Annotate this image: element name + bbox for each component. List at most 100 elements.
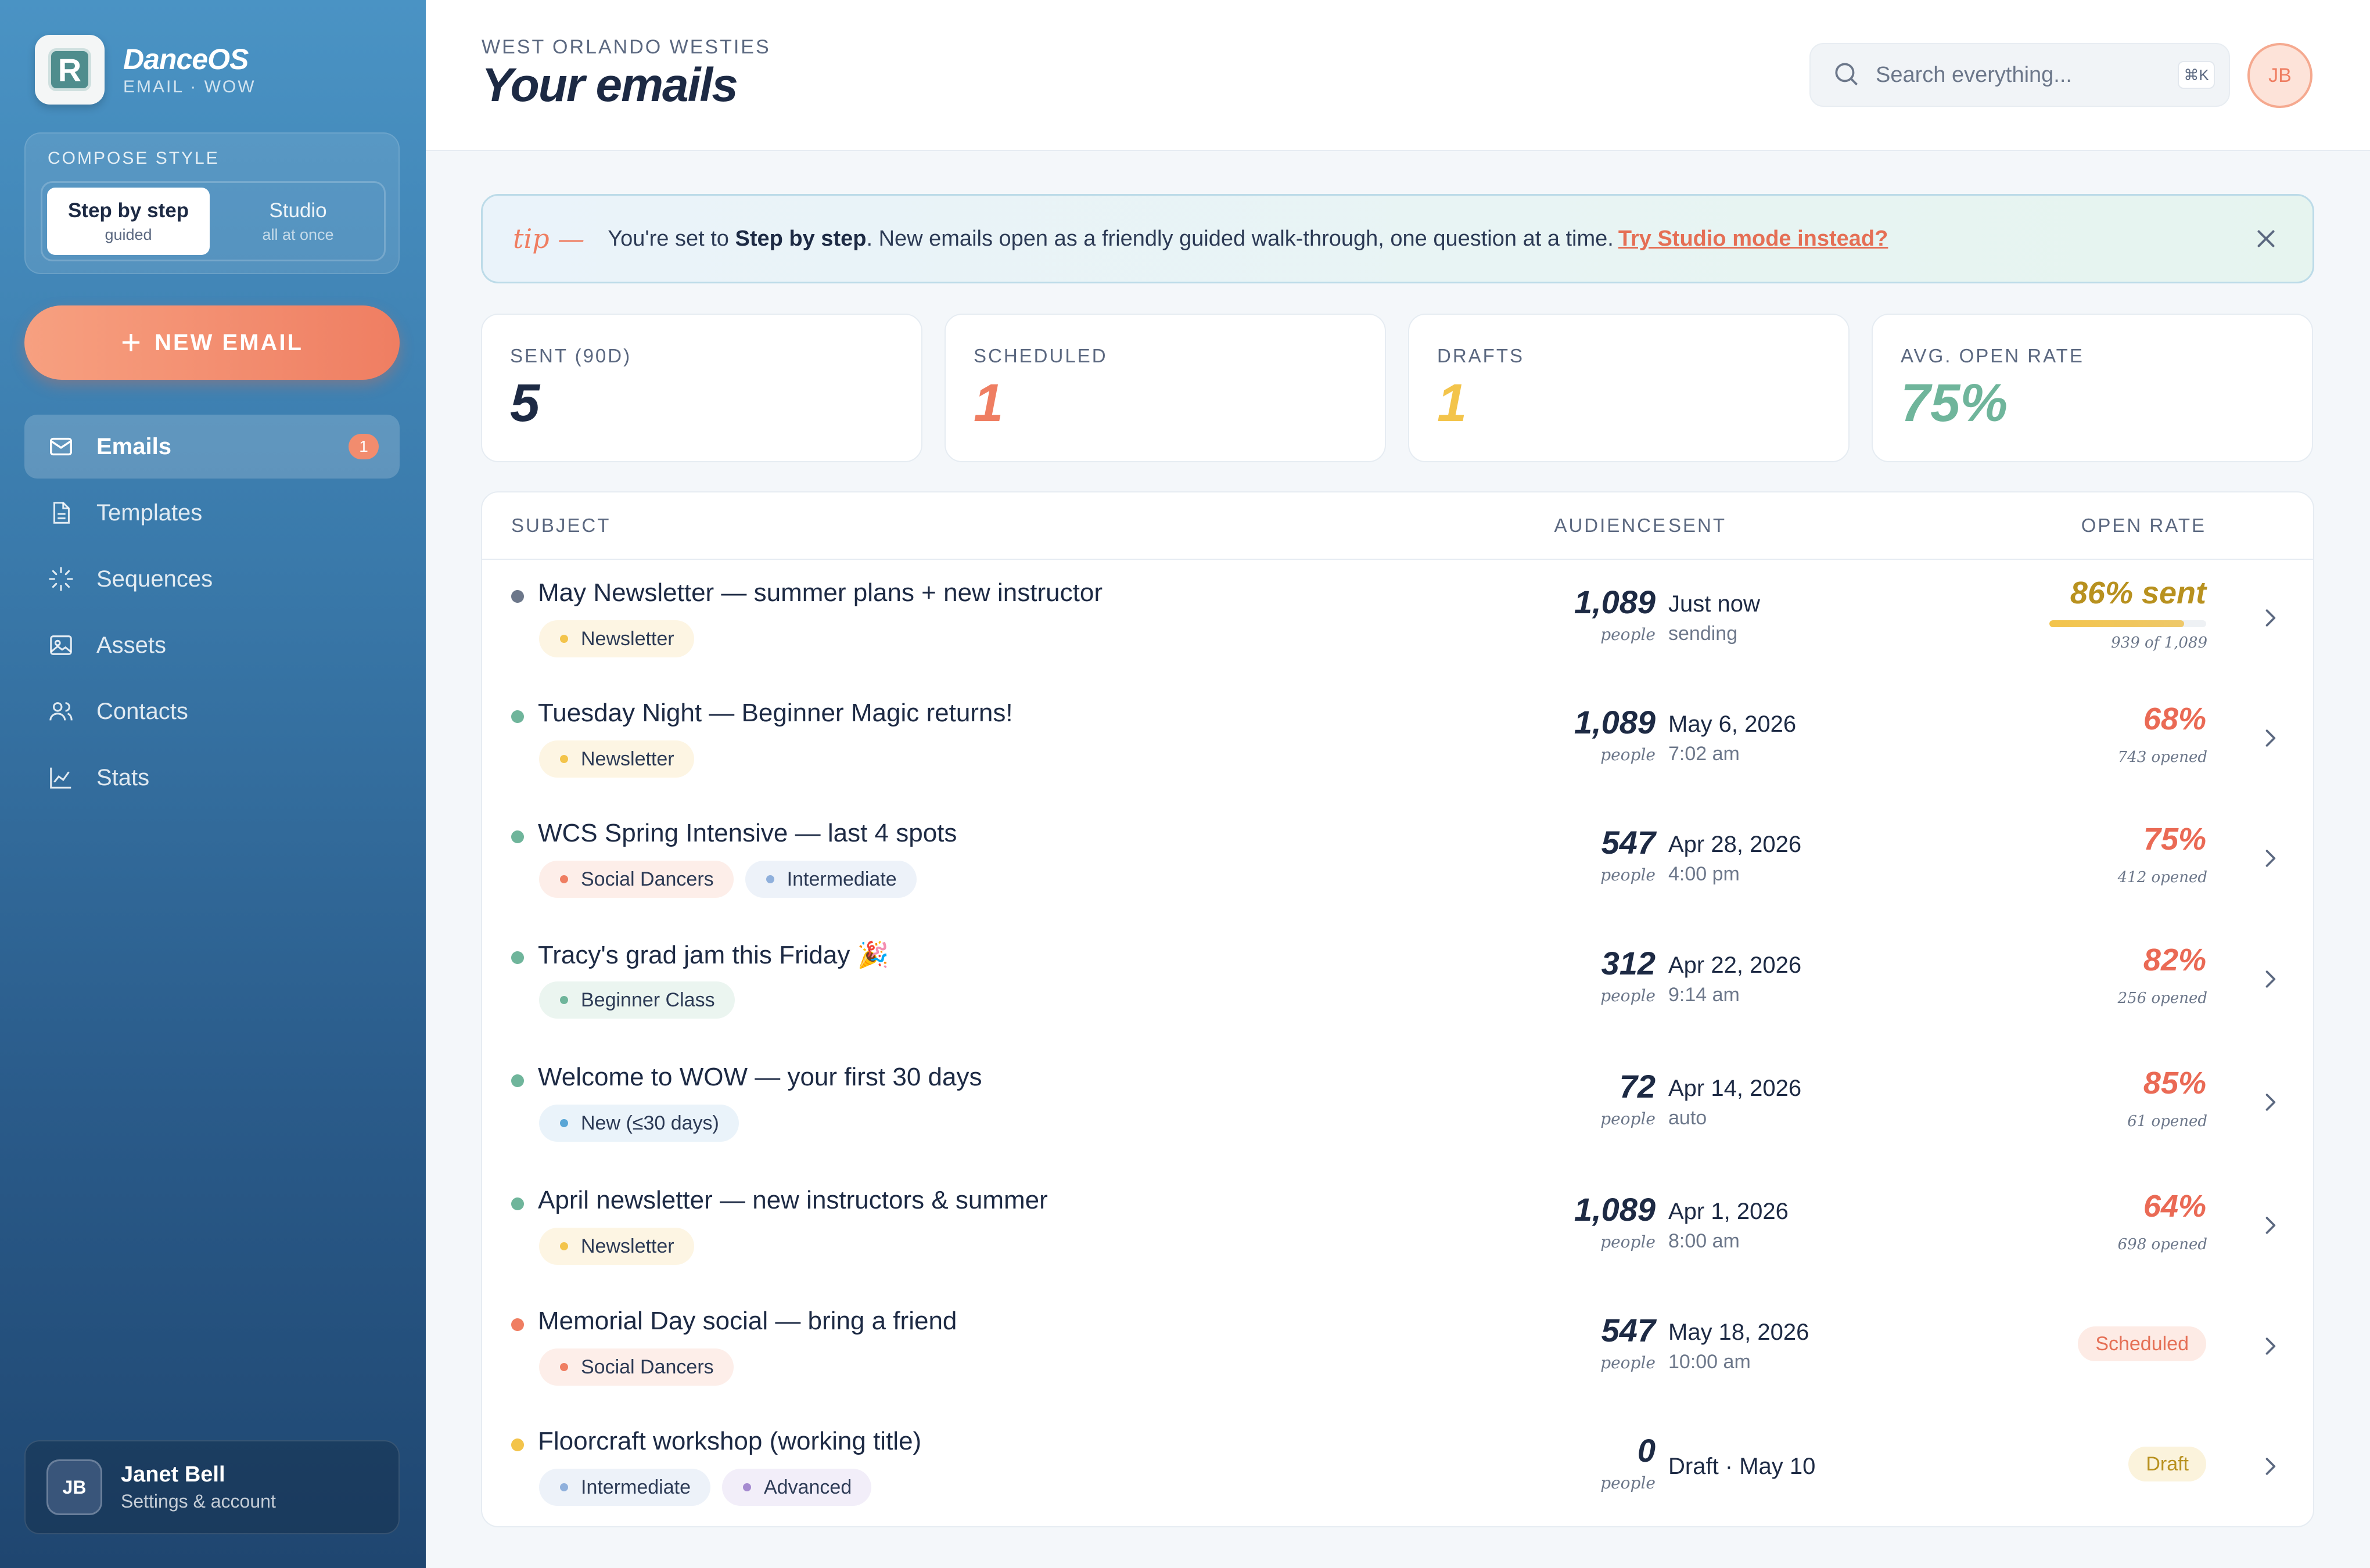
image-icon (46, 631, 76, 660)
audience-count: 1,089 (1574, 704, 1656, 740)
chevron-right-icon[interactable] (2257, 966, 2283, 992)
audience-tag[interactable]: Social Dancers (539, 1348, 734, 1386)
audience-count: 0 (1637, 1432, 1656, 1469)
email-subject[interactable]: April newsletter — new instructors & sum… (538, 1186, 1048, 1215)
chevron-right-icon[interactable] (2257, 1454, 2283, 1479)
chevron-right-icon[interactable] (2257, 725, 2283, 751)
email-subject[interactable]: Tracy's grad jam this Friday 🎉 (538, 940, 889, 970)
sidebar-item-templates[interactable]: Templates (24, 481, 400, 545)
stat-value: 5 (510, 373, 540, 433)
chart-line-icon (46, 763, 76, 792)
audience-tag[interactable]: Social Dancers (539, 861, 734, 898)
table-row[interactable]: May Newsletter — summer plans + new inst… (482, 560, 2313, 681)
mail-icon (46, 432, 76, 461)
tag-label: Social Dancers (581, 868, 714, 890)
audience-count: 72 (1619, 1068, 1656, 1105)
close-icon[interactable] (2249, 221, 2283, 256)
audience-tags: Newsletter (539, 620, 706, 657)
table-row[interactable]: Tuesday Night — Beginner Magic returns! N… (482, 680, 2313, 801)
audience-unit: people (1600, 1232, 1656, 1251)
audience-tag[interactable]: Beginner Class (539, 981, 735, 1019)
chevron-right-icon[interactable] (2257, 1213, 2283, 1238)
sidebar-item-stats[interactable]: Stats (24, 746, 400, 810)
sidebar-item-sequences[interactable]: Sequences (24, 547, 400, 611)
audience-unit: people (1600, 1109, 1656, 1128)
stat-label: SENT (90D) (510, 345, 632, 366)
sidebar: R DanceOS EMAIL · WOW COMPOSE STYLE Step… (0, 0, 426, 1568)
sidebar-item-contacts[interactable]: Contacts (24, 679, 400, 743)
sidebar-item-label: Stats (96, 764, 150, 790)
sidebar-item-assets[interactable]: Assets (24, 613, 400, 677)
audience-count: 1,089 (1574, 584, 1656, 620)
audience-tag[interactable]: Newsletter (539, 620, 694, 657)
email-subject[interactable]: Floorcraft workshop (working title) (538, 1427, 921, 1456)
audience-tags: Intermediate Advanced (539, 1469, 883, 1506)
table-row[interactable]: Memorial Day social — bring a friend Soci… (482, 1288, 2313, 1409)
table-row[interactable]: April newsletter — new instructors & sum… (482, 1167, 2313, 1288)
email-subject[interactable]: WCS Spring Intensive — last 4 spots (538, 819, 957, 848)
open-rate-value: 86% sent (2070, 576, 2206, 610)
tag-dot (560, 1242, 568, 1250)
audience-unit: people (1600, 1473, 1656, 1493)
compose-style-panel: COMPOSE STYLE Step by step guided Studio… (24, 132, 400, 274)
tag-label: Beginner Class (581, 988, 715, 1011)
column-header-audience[interactable]: AUDIENCE (1528, 515, 1667, 537)
compose-option-studio[interactable]: Studio all at once (217, 188, 379, 255)
tag-label: Social Dancers (581, 1355, 714, 1378)
audience-tag[interactable]: Intermediate (539, 1469, 710, 1506)
sent-date: Apr 22, 2026 (1668, 952, 1802, 978)
sent-date: Draft · May 10 (1668, 1454, 1816, 1479)
tag-dot (766, 875, 774, 883)
account-button[interactable]: JB Janet Bell Settings & account (24, 1440, 400, 1534)
sent-time: 7:02 am (1668, 743, 1740, 765)
open-rate-detail: 61 opened (2127, 1113, 2207, 1130)
sidebar-item-emails[interactable]: Emails 1 (24, 415, 400, 479)
compose-option-step-by-step[interactable]: Step by step guided (47, 188, 210, 255)
compose-style-title: COMPOSE STYLE (48, 149, 220, 168)
sidebar-item-label: Contacts (96, 698, 188, 724)
tag-dot (560, 1363, 568, 1371)
chevron-right-icon[interactable] (2257, 1333, 2283, 1359)
table-row[interactable]: WCS Spring Intensive — last 4 spots Socia… (482, 800, 2313, 921)
tag-label: Newsletter (581, 627, 674, 650)
column-header-sent[interactable]: SENT (1668, 515, 1726, 537)
status-dot (511, 1318, 524, 1331)
email-subject[interactable]: Memorial Day social — bring a friend (538, 1307, 957, 1336)
audience-tag[interactable]: Newsletter (539, 1228, 694, 1265)
open-rate-value: 64% (2143, 1189, 2206, 1224)
table-row[interactable]: Tracy's grad jam this Friday 🎉 Beginner C… (482, 921, 2313, 1042)
open-rate-value: 85% (2143, 1066, 2206, 1101)
email-subject[interactable]: Tuesday Night — Beginner Magic returns! (538, 699, 1013, 728)
new-email-label: NEW EMAIL (155, 329, 303, 355)
chevron-right-icon[interactable] (2257, 605, 2283, 631)
audience-tag[interactable]: New (≤30 days) (539, 1105, 739, 1142)
sidebar-item-label: Sequences (96, 566, 213, 592)
chevron-right-icon[interactable] (2257, 846, 2283, 871)
audience-tags: Newsletter (539, 1228, 706, 1265)
search-input[interactable]: Search everything... ⌘K (1809, 43, 2230, 107)
tag-dot (560, 1483, 568, 1491)
open-rate-value: 68% (2143, 702, 2206, 736)
user-avatar[interactable]: JB (2247, 43, 2312, 108)
audience-tag[interactable]: Advanced (722, 1469, 872, 1506)
try-studio-link[interactable]: Try Studio mode instead? (1618, 226, 1888, 251)
brand-subtitle: EMAIL · WOW (123, 77, 256, 96)
table-row[interactable]: Welcome to WOW — your first 30 days New (… (482, 1044, 2313, 1165)
sent-time: 8:00 am (1668, 1230, 1740, 1252)
column-header-subject[interactable]: SUBJECT (511, 515, 611, 537)
stat-label: SCHEDULED (974, 345, 1108, 366)
audience-tag[interactable]: Newsletter (539, 740, 694, 778)
tip-label: tip — (513, 223, 585, 254)
audience-tag[interactable]: Intermediate (745, 861, 917, 898)
column-header-open-rate[interactable]: OPEN RATE (2081, 515, 2206, 537)
search-icon (1832, 59, 1861, 91)
table-row[interactable]: Floorcraft workshop (working title) Inter… (482, 1408, 2313, 1526)
audience-count: 547 (1601, 824, 1656, 861)
brand[interactable]: R DanceOS EMAIL · WOW (35, 35, 256, 105)
sent-date: Apr 28, 2026 (1668, 832, 1802, 857)
email-subject[interactable]: Welcome to WOW — your first 30 days (538, 1063, 982, 1092)
email-subject[interactable]: May Newsletter — summer plans + new inst… (538, 578, 1103, 607)
chevron-right-icon[interactable] (2257, 1089, 2283, 1115)
new-email-button[interactable]: + NEW EMAIL (24, 305, 400, 380)
stat-card-scheduled: SCHEDULED 1 (945, 314, 1386, 462)
